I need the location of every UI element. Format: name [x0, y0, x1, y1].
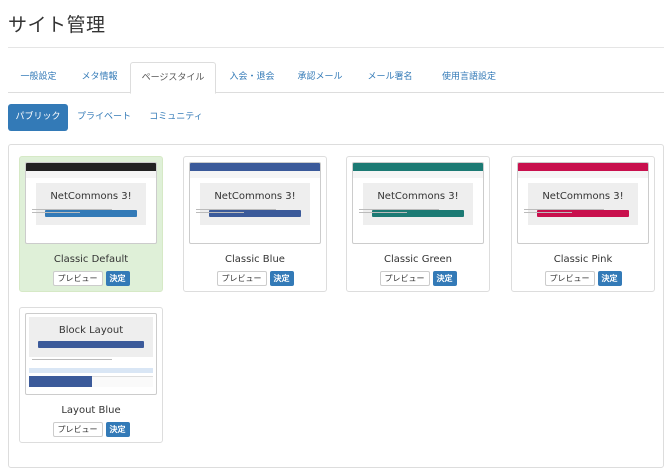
decide-button[interactable]: 決定 — [105, 422, 130, 437]
decide-button[interactable]: 決定 — [432, 271, 457, 286]
theme-name: Classic Default — [53, 254, 129, 265]
thumb-navbar — [518, 163, 648, 171]
tab-meta[interactable]: メタ情報 — [69, 62, 130, 93]
decide-button[interactable]: 決定 — [269, 271, 294, 286]
tab-page-style[interactable]: ページスタイル — [130, 62, 216, 94]
preview-button[interactable]: プレビュー — [216, 271, 267, 286]
preview-button[interactable]: プレビュー — [544, 271, 595, 286]
theme-thumbnail[interactable]: Block Layout — [25, 313, 157, 395]
tab-mail-signature[interactable]: メール署名 — [354, 62, 426, 93]
page-title: サイト管理 — [8, 14, 106, 36]
theme-thumbnail[interactable]: NetCommons 3! — [25, 162, 157, 244]
theme-thumbnail[interactable]: NetCommons 3! — [189, 162, 321, 244]
thumb-right-column — [92, 376, 153, 387]
theme-name: Classic Pink — [553, 254, 613, 265]
preview-button[interactable]: プレビュー — [52, 422, 103, 437]
thumb-hero: NetCommons 3! — [36, 183, 146, 225]
thumb-text-lines — [196, 209, 276, 215]
theme-panel: NetCommons 3! Classic Default プレビュー 決定 Ne… — [8, 144, 664, 468]
thumb-hero: NetCommons 3! — [363, 183, 473, 225]
theme-card-layout-blue: Block Layout Layout Blue プレビュー 決定 — [19, 307, 163, 443]
preview-button[interactable]: プレビュー — [379, 271, 430, 286]
theme-name: Layout Blue — [61, 405, 121, 416]
thumb-navbar — [353, 163, 483, 171]
thumb-text-lines — [32, 209, 112, 215]
thumb-button-bar — [38, 341, 144, 348]
theme-card-classic-green: NetCommons 3! Classic Green プレビュー 決定 — [346, 156, 490, 292]
thumb-left-column — [29, 376, 92, 387]
thumb-text-lines — [32, 359, 112, 365]
tab-private[interactable]: プライベート — [72, 104, 136, 131]
theme-card-classic-default: NetCommons 3! Classic Default プレビュー 決定 — [19, 156, 163, 292]
theme-actions: プレビュー 決定 — [20, 271, 162, 286]
main-tabs: 一般設定 メタ情報 ページスタイル 入会・退会 承認メール メール署名 使用言語… — [8, 62, 664, 94]
thumb-heading: NetCommons 3! — [50, 191, 132, 202]
theme-card-classic-pink: NetCommons 3! Classic Pink プレビュー 決定 — [511, 156, 655, 292]
thumb-breadcrumb — [26, 171, 156, 178]
thumb-breadcrumb — [518, 171, 648, 178]
thumb-navbar — [26, 163, 156, 171]
thumb-text-lines — [524, 209, 604, 215]
theme-thumbnail[interactable]: NetCommons 3! — [517, 162, 649, 244]
decide-button[interactable]: 決定 — [105, 271, 130, 286]
preview-button[interactable]: プレビュー — [52, 271, 103, 286]
tab-community[interactable]: コミュニティ — [142, 104, 210, 131]
tab-general[interactable]: 一般設定 — [8, 62, 69, 93]
thumb-heading: Block Layout — [58, 325, 124, 336]
tab-approval-mail[interactable]: 承認メール — [286, 62, 354, 93]
theme-actions: プレビュー 決定 — [20, 422, 162, 437]
theme-actions: プレビュー 決定 — [347, 271, 489, 286]
decide-button[interactable]: 決定 — [597, 271, 622, 286]
thumb-block-header — [29, 368, 153, 373]
theme-name: Classic Green — [383, 254, 453, 265]
theme-name: Classic Blue — [225, 254, 285, 265]
title-divider — [8, 47, 664, 48]
thumb-hero: Block Layout — [29, 317, 153, 357]
thumb-text-lines — [359, 209, 439, 215]
thumb-hero: NetCommons 3! — [528, 183, 638, 225]
thumb-heading: NetCommons 3! — [214, 191, 296, 202]
theme-thumbnail[interactable]: NetCommons 3! — [352, 162, 484, 244]
tab-join-leave[interactable]: 入会・退会 — [218, 62, 286, 93]
thumb-navbar — [190, 163, 320, 171]
theme-actions: プレビュー 決定 — [184, 271, 326, 286]
thumb-heading: NetCommons 3! — [542, 191, 624, 202]
thumb-breadcrumb — [190, 171, 320, 178]
theme-actions: プレビュー 決定 — [512, 271, 654, 286]
theme-card-classic-blue: NetCommons 3! Classic Blue プレビュー 決定 — [183, 156, 327, 292]
thumb-breadcrumb — [353, 171, 483, 178]
thumb-hero: NetCommons 3! — [200, 183, 310, 225]
tab-language[interactable]: 使用言語設定 — [426, 62, 512, 93]
thumb-heading: NetCommons 3! — [377, 191, 459, 202]
tab-public[interactable]: パブリック — [8, 104, 68, 131]
